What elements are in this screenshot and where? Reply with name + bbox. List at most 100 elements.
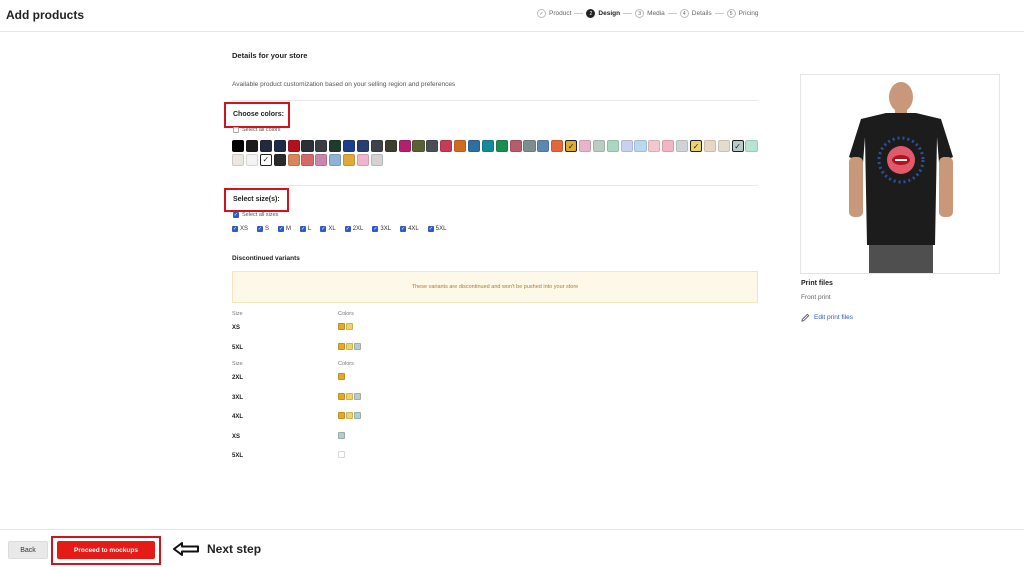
color-swatch[interactable]: [301, 153, 314, 167]
size-checkbox[interactable]: [278, 226, 285, 232]
color-swatch[interactable]: [523, 140, 536, 153]
step-badge: 4: [679, 9, 689, 18]
color-swatch[interactable]: [329, 153, 342, 167]
size-label: 5XL: [435, 226, 447, 232]
select-all-sizes[interactable]: Select all sizes: [233, 212, 278, 218]
color-swatch[interactable]: [356, 140, 370, 153]
color-swatch[interactable]: [620, 140, 633, 153]
color-swatch[interactable]: [315, 140, 328, 153]
size-option[interactable]: XS: [232, 226, 248, 232]
color-swatch[interactable]: [440, 140, 453, 153]
progress-stepper: ✓ Product 2 Design 3 Media 4 Details 5 P…: [537, 9, 759, 18]
size-label: XL: [328, 226, 336, 232]
color-swatch[interactable]: [481, 140, 494, 153]
checkmark-icon: ✓: [262, 155, 270, 165]
color-swatch[interactable]: [287, 140, 300, 153]
color-swatch[interactable]: [495, 140, 508, 153]
step-design[interactable]: 2 Design: [586, 9, 620, 18]
color-chip: [338, 343, 345, 350]
color-swatch[interactable]: [301, 140, 314, 153]
color-swatch[interactable]: [273, 140, 286, 153]
size-option[interactable]: L: [300, 226, 311, 232]
top-bar: Add products ✓ Product 2 Design 3 Media …: [0, 0, 1024, 32]
color-swatch[interactable]: [356, 153, 370, 167]
color-swatch[interactable]: [398, 140, 411, 153]
color-swatch[interactable]: [343, 140, 356, 153]
checkmark-icon: ✓: [567, 141, 575, 151]
size-label: M: [286, 226, 292, 232]
color-swatch[interactable]: [676, 140, 689, 153]
size-option[interactable]: S: [257, 226, 269, 232]
color-swatch[interactable]: [370, 140, 383, 153]
color-swatch[interactable]: ✓: [565, 140, 578, 153]
color-swatch[interactable]: [273, 153, 286, 167]
select-all-colors-checkbox[interactable]: [233, 127, 239, 133]
back-button[interactable]: Back: [8, 541, 48, 559]
discontinued-banner: These variants are discontinued and won'…: [232, 271, 758, 303]
size-checkbox[interactable]: [344, 226, 351, 232]
color-swatch[interactable]: [287, 153, 300, 167]
color-swatch[interactable]: [412, 140, 425, 153]
proceed-to-mockups-button[interactable]: Proceed to mockups: [57, 541, 155, 559]
color-swatch[interactable]: [551, 140, 564, 153]
color-swatch[interactable]: [343, 153, 356, 167]
color-swatch[interactable]: [384, 140, 397, 153]
color-swatch[interactable]: [662, 140, 675, 153]
select-all-colors[interactable]: Select all colors: [233, 127, 281, 133]
color-swatch[interactable]: [467, 140, 481, 153]
step-details[interactable]: 4 Details: [679, 9, 712, 18]
size-checkbox[interactable]: [372, 226, 379, 232]
size-option[interactable]: 4XL: [400, 226, 419, 232]
discontinued-colors: [338, 392, 361, 400]
section-subtitle: Available product customization based on…: [232, 81, 456, 88]
color-swatch[interactable]: [703, 140, 716, 153]
color-swatch[interactable]: ✓: [689, 140, 703, 153]
color-swatch[interactable]: [232, 153, 245, 167]
size-checkbox[interactable]: [232, 226, 238, 232]
color-swatch[interactable]: [537, 140, 550, 153]
size-checkbox[interactable]: [427, 226, 434, 232]
color-swatch[interactable]: [509, 140, 522, 153]
color-swatch[interactable]: [329, 140, 342, 153]
color-swatch[interactable]: [592, 140, 605, 153]
size-option[interactable]: 3XL: [372, 226, 391, 232]
size-checkbox[interactable]: [320, 226, 327, 232]
size-checkbox[interactable]: [257, 226, 264, 232]
product-preview-image: [800, 74, 1000, 274]
color-swatch[interactable]: [578, 140, 592, 153]
color-swatch[interactable]: [454, 140, 467, 153]
color-swatch[interactable]: [606, 140, 619, 153]
color-swatch[interactable]: [717, 140, 730, 153]
color-chip: [338, 451, 345, 458]
step-media[interactable]: 3 Media: [635, 9, 665, 18]
discontinued-size: 5XL: [232, 453, 244, 459]
colors-column-header: Colors: [338, 311, 354, 317]
size-column-header: Size: [232, 311, 243, 317]
color-swatch[interactable]: [315, 153, 328, 167]
color-swatch[interactable]: [370, 153, 383, 167]
color-swatch[interactable]: [245, 140, 259, 153]
step-connector: [714, 13, 724, 14]
size-option[interactable]: XL: [320, 226, 336, 232]
size-option[interactable]: 5XL: [427, 226, 447, 232]
color-swatch[interactable]: [259, 140, 272, 153]
color-swatch[interactable]: [648, 140, 661, 153]
color-swatch[interactable]: ✓: [259, 153, 272, 167]
step-product[interactable]: ✓ Product: [537, 9, 571, 18]
step-pricing[interactable]: 5 Pricing: [726, 9, 759, 18]
checkmark-icon: ✓: [734, 141, 741, 151]
edit-print-files-link[interactable]: Edit print files: [801, 313, 853, 322]
color-swatch[interactable]: [745, 140, 758, 153]
color-swatch[interactable]: [245, 153, 259, 167]
color-swatch[interactable]: [634, 140, 647, 153]
size-option[interactable]: M: [278, 226, 291, 232]
size-checkbox[interactable]: [300, 226, 307, 232]
color-swatch[interactable]: [232, 140, 245, 153]
color-chip: [338, 412, 345, 419]
color-swatch[interactable]: [426, 140, 439, 153]
size-checkbox[interactable]: [400, 226, 407, 232]
color-swatch[interactable]: ✓: [731, 140, 744, 153]
color-chip: [338, 392, 345, 400]
select-all-sizes-checkbox[interactable]: [233, 212, 239, 218]
size-option[interactable]: 2XL: [344, 226, 363, 232]
